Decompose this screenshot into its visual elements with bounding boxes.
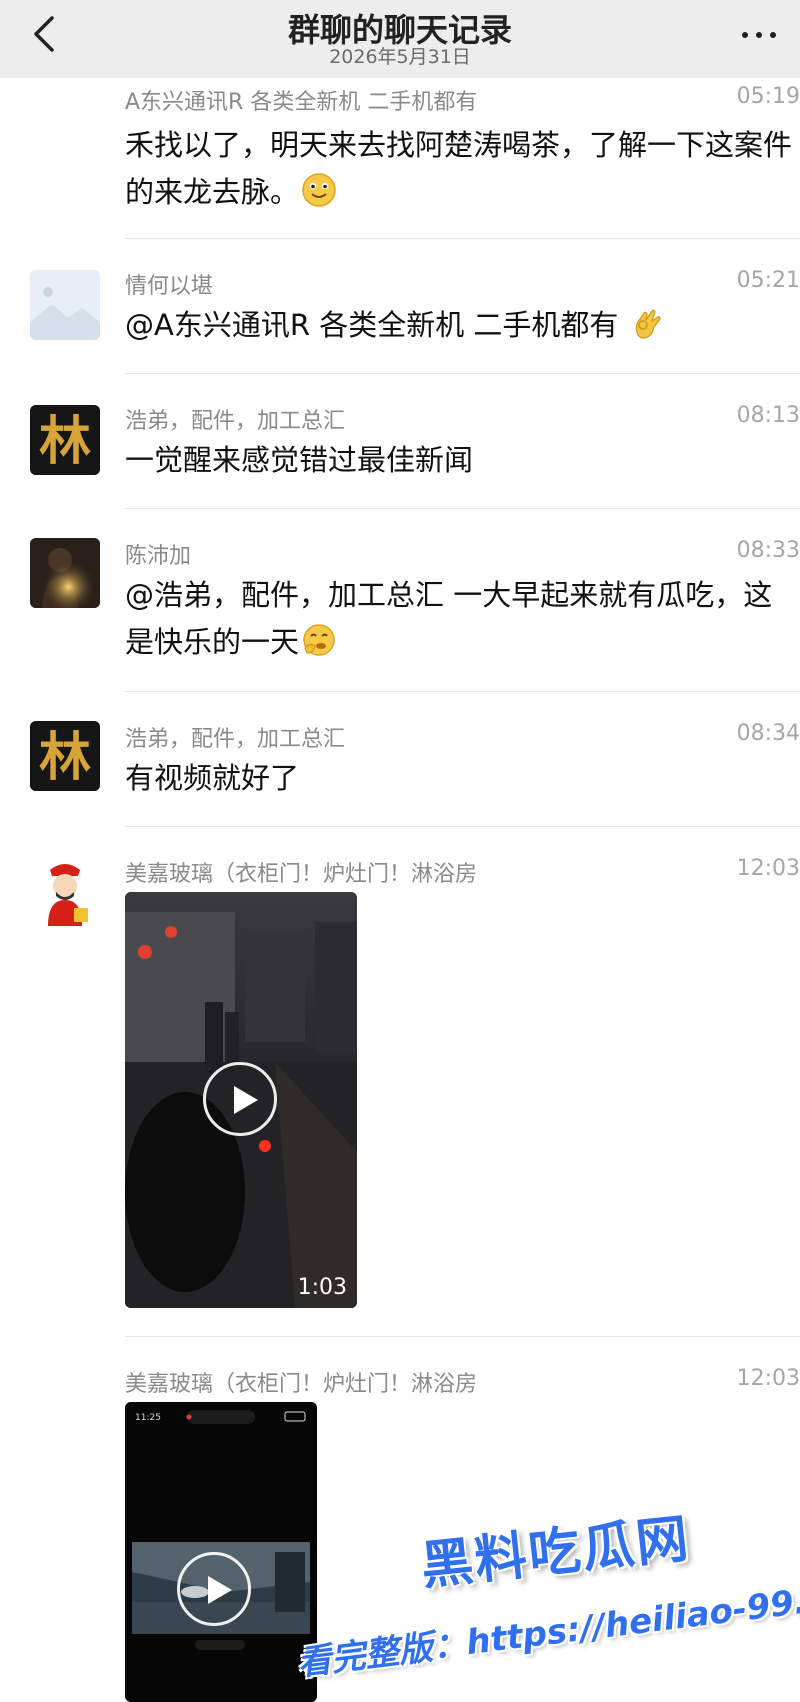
- message-sender: 陈沛加: [125, 544, 192, 569]
- chat-message: 林 浩弟，配件，加工总汇 08:13 一觉醒来感觉错过最佳新闻: [0, 373, 800, 509]
- message-sender: 美嘉玻璃（衣柜门！炉灶门！淋浴房: [125, 862, 478, 887]
- svg-text:11:25: 11:25: [135, 1413, 161, 1423]
- message-time: 12:03: [736, 1366, 800, 1391]
- page-date: 2026年5月31日: [329, 46, 471, 68]
- message-text: @浩弟，配件，加工总汇 一大早起来就有瓜吃，这是快乐的一天: [125, 578, 773, 659]
- more-options-icon[interactable]: [738, 20, 780, 48]
- message-text: 禾找以了，明天来去找阿楚涛喝茶，了解一下这案件的来龙去脉。: [125, 128, 793, 209]
- avatar[interactable]: 林: [30, 721, 100, 791]
- message-sender: 浩弟，配件，加工总汇: [125, 409, 346, 434]
- avatar[interactable]: 林: [30, 405, 100, 475]
- video-thumbnail[interactable]: 11:25: [125, 1402, 317, 1702]
- avatar[interactable]: [30, 270, 100, 340]
- ok-hand-emoji-icon: [630, 305, 666, 341]
- message-time: 08:34: [736, 721, 800, 746]
- message-time: 08:13: [736, 403, 800, 428]
- chat-message: 陈沛加 08:33 @浩弟，配件，加工总汇 一大早起来就有瓜吃，这是快乐的一天: [0, 508, 800, 692]
- message-time: 12:03: [736, 856, 800, 881]
- avatar[interactable]: [30, 538, 100, 608]
- thinking-emoji-icon: [301, 622, 337, 658]
- message-time: 08:33: [736, 538, 800, 563]
- chat-header: 群聊的聊天记录 2026年5月31日: [0, 0, 800, 78]
- message-text: 一觉醒来感觉错过最佳新闻: [125, 443, 474, 477]
- chat-message: 美嘉玻璃（衣柜门！炉灶门！淋浴房 12:03 1:03: [0, 826, 800, 1337]
- message-sender: 美嘉玻璃（衣柜门！炉灶门！淋浴房: [125, 1372, 478, 1397]
- avatar[interactable]: [30, 856, 100, 926]
- video-duration: 1:03: [297, 1275, 347, 1300]
- message-time: 05:21: [736, 268, 800, 293]
- play-icon[interactable]: [203, 1062, 277, 1136]
- message-time: 05:19: [736, 84, 800, 109]
- message-text: @A东兴通讯R 各类全新机 二手机都有: [125, 302, 800, 349]
- chat-message: 林 浩弟，配件，加工总汇 08:34 有视频就好了: [0, 691, 800, 827]
- svg-text:林: 林: [39, 727, 91, 788]
- play-icon[interactable]: [177, 1552, 251, 1626]
- message-sender: 浩弟，配件，加工总汇: [125, 727, 346, 752]
- chat-message: A东兴通讯R 各类全新机 二手机都有 05:19 禾找以了，明天来去找阿楚涛喝茶…: [0, 78, 800, 239]
- video-thumbnail[interactable]: 1:03: [125, 892, 357, 1308]
- message-text: 有视频就好了: [125, 761, 300, 795]
- message-sender: A东兴通讯R 各类全新机 二手机都有: [125, 90, 478, 115]
- chat-message: 情何以堪 05:21 @A东兴通讯R 各类全新机 二手机都有: [0, 238, 800, 374]
- smile-emoji-icon: [301, 172, 337, 208]
- message-sender: 情何以堪: [125, 274, 214, 299]
- svg-text:林: 林: [39, 411, 91, 472]
